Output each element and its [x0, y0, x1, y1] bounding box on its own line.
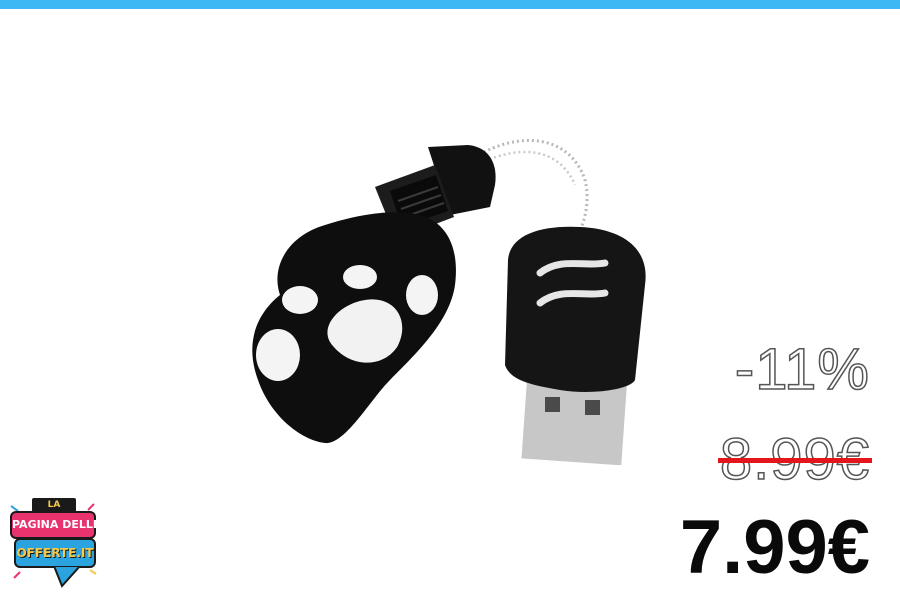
- old-price: 8.99€: [717, 427, 872, 492]
- price-strikethrough: [717, 458, 872, 463]
- usb-body: [505, 226, 646, 465]
- logo-line-1: LA: [32, 498, 76, 512]
- logo-line-2: PAGINA DELLE: [10, 511, 100, 539]
- pagina-delle-offerte-logo: LA PAGINA DELLE OFFERTE.IT: [8, 498, 100, 596]
- discount-percentage: -11%: [734, 337, 870, 403]
- new-price: 7.99€: [679, 505, 870, 590]
- speech-bubble-tail-icon: [52, 566, 82, 588]
- usb-paw-flash-drive-image: [252, 139, 646, 465]
- paw-cover: [252, 212, 456, 444]
- top-accent-bar: [0, 0, 900, 9]
- logo-line-3: OFFERTE.IT: [14, 538, 96, 568]
